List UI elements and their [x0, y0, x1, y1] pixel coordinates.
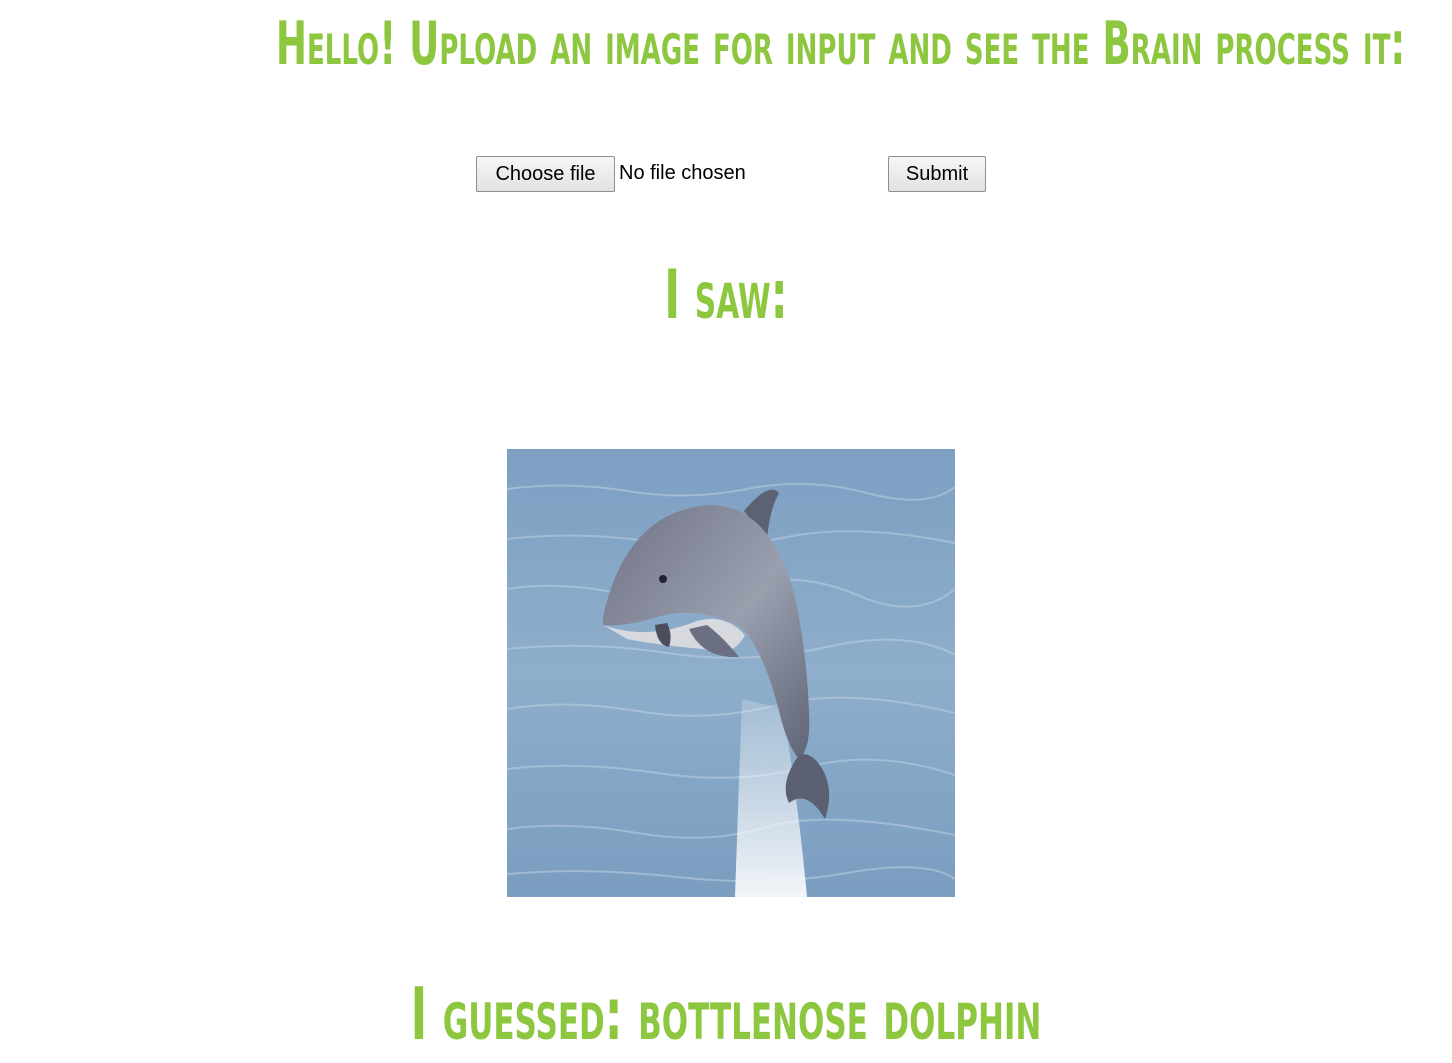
page-title: Hello! Upload an image for input and see… [275, 9, 1406, 79]
upload-form: Choose file No file chosen Submit [476, 156, 996, 194]
input-image-preview [507, 449, 955, 897]
guess-value: bottlenose dolphin [638, 972, 1042, 1056]
guess-result: I guessed: bottlenose dolphin [276, 978, 1176, 1050]
saw-heading: I saw: [664, 256, 788, 335]
choose-file-button[interactable]: Choose file [476, 156, 615, 192]
guess-label: I guessed: [410, 972, 623, 1056]
file-status-text: No file chosen [619, 162, 746, 184]
submit-button[interactable]: Submit [888, 156, 986, 192]
